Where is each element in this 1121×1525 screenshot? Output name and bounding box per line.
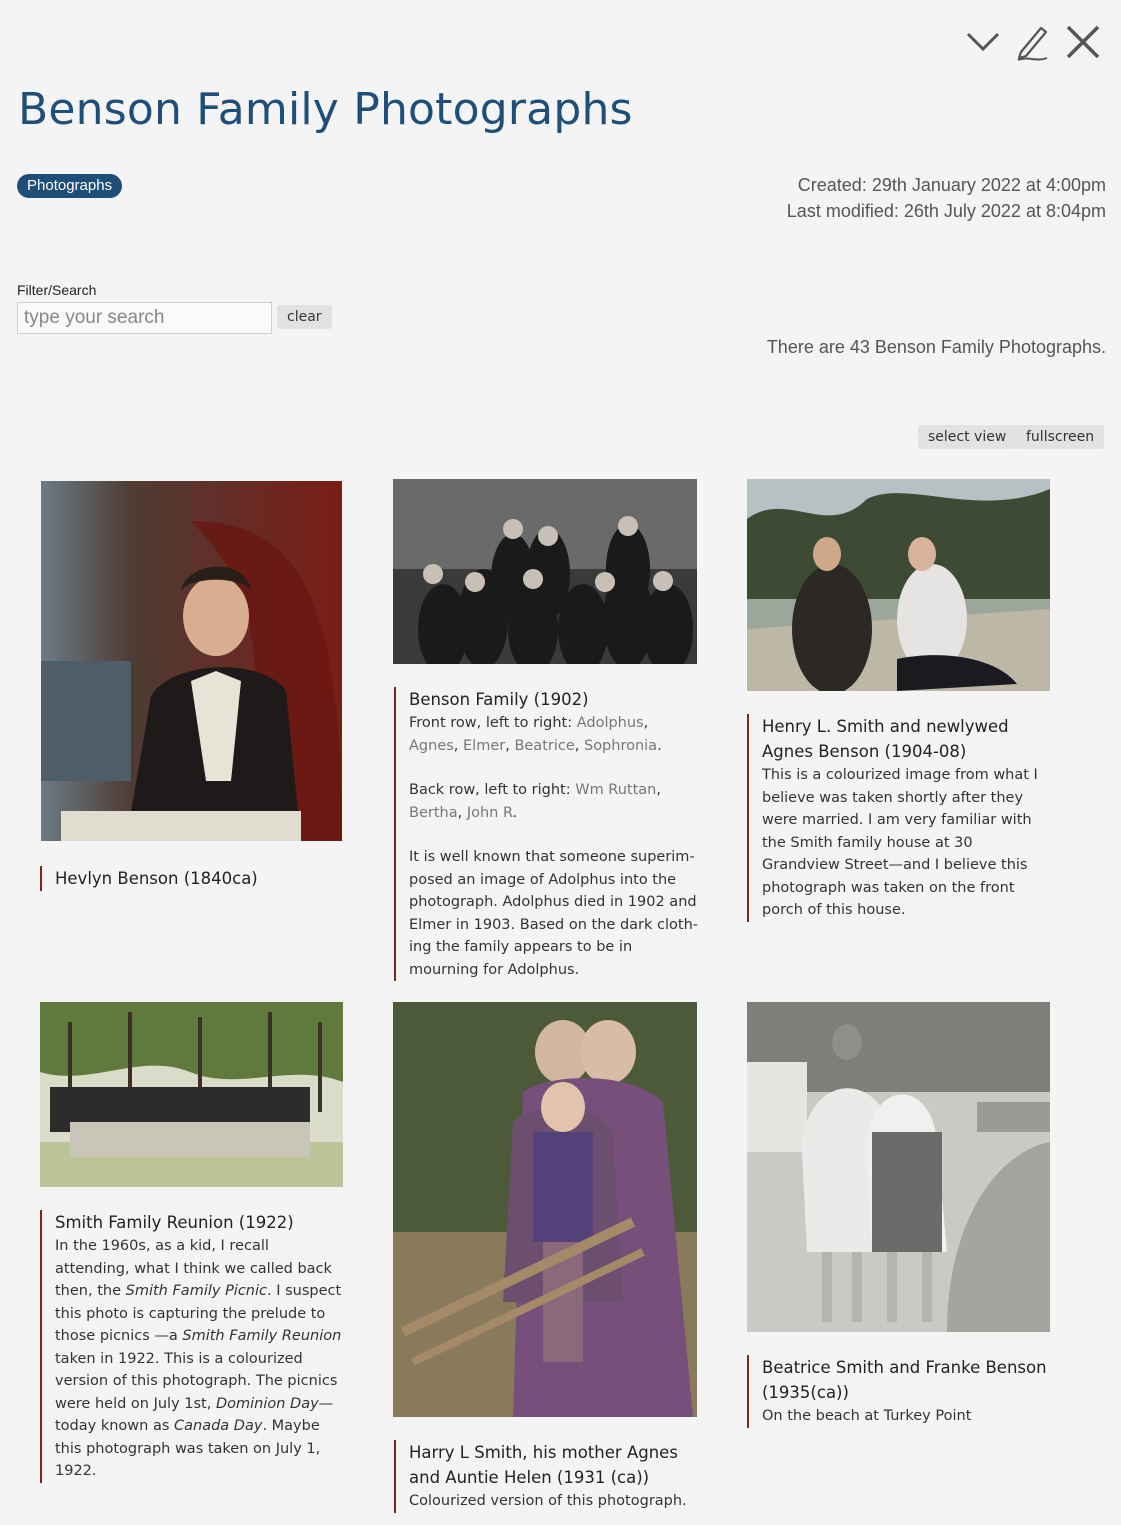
- person-link[interactable]: John R: [467, 805, 513, 821]
- page-toolbar: [965, 22, 1101, 62]
- chevron-down-icon[interactable]: [965, 22, 1001, 62]
- beach-photo[interactable]: [747, 1002, 1050, 1332]
- person-link[interactable]: Sophronia: [584, 738, 657, 754]
- select-view-button[interactable]: select view: [918, 425, 1017, 449]
- pencil-icon[interactable]: [1015, 22, 1051, 62]
- couple-photo[interactable]: [747, 479, 1050, 691]
- front-row-text: Front row, left to right: Adolphus, Agne…: [409, 715, 662, 754]
- harry-smith-photo[interactable]: [393, 1002, 697, 1417]
- photo-count: There are 43 Benson Family Photographs.: [766, 337, 1106, 357]
- description-emphasis: Dominion Day: [215, 1395, 319, 1412]
- photo-caption: Henry L. Smith and newlywed Agnes Benson…: [747, 714, 1052, 922]
- back-row-text: Back row, left to right: Wm Ruttan, Bert…: [409, 782, 661, 821]
- photo-description: On the beach at Turkey Point: [762, 1408, 972, 1424]
- photo-note: It is well known that someone superim­po…: [409, 849, 698, 978]
- filter-label: Filter/Search: [17, 282, 97, 298]
- person-link[interactable]: Elmer: [463, 738, 505, 754]
- created-date: Created: 29th January 2022 at 4:00pm: [797, 175, 1106, 195]
- front-row-prefix: Front row, left to right:: [409, 715, 577, 731]
- person-link[interactable]: Agnes: [409, 738, 454, 754]
- close-icon[interactable]: [1065, 22, 1101, 62]
- description-emphasis: Smith Family Reunion: [182, 1328, 342, 1344]
- photo-title[interactable]: Hevlyn Benson (1840ca): [55, 866, 340, 891]
- description-emphasis: Canada Day: [174, 1418, 263, 1434]
- photo-title[interactable]: Smith Family Reunion (1922): [55, 1210, 345, 1235]
- person-link[interactable]: Bertha: [409, 805, 458, 821]
- description-emphasis: Smith Family Picnic: [125, 1283, 267, 1299]
- photo-caption: Harry L Smith, his mother Agnes and Aunt…: [394, 1440, 699, 1513]
- fullscreen-button[interactable]: fullscreen: [1016, 425, 1105, 449]
- clear-button[interactable]: clear: [277, 305, 332, 329]
- photo-description: This is a colourized image from what I b…: [762, 767, 1038, 918]
- photo-caption: Hevlyn Benson (1840ca): [40, 866, 340, 891]
- back-row-prefix: Back row, left to right:: [409, 782, 576, 798]
- modified-date: Last modified: 26th July 2022 at 8:04pm: [786, 201, 1106, 221]
- search-input[interactable]: [17, 302, 272, 334]
- photo-description: In the 1960s, as a kid, I recall attendi…: [55, 1235, 345, 1483]
- photo-title[interactable]: Beatrice Smith and Franke Benson (1935(c…: [762, 1355, 1052, 1405]
- reunion-photo[interactable]: [40, 1002, 343, 1187]
- tag-badge[interactable]: Photographs: [17, 174, 123, 198]
- person-link[interactable]: Adolphus: [577, 715, 644, 731]
- page-title: Benson Family Photographs: [18, 84, 633, 135]
- photo-caption: Smith Family Reunion (1922) In the 1960s…: [40, 1210, 345, 1483]
- photo-title[interactable]: Harry L Smith, his mother Agnes and Aunt…: [409, 1440, 699, 1490]
- page-metadata: Created: 29th January 2022 at 4:00pm Las…: [787, 172, 1106, 224]
- person-link[interactable]: Wm Ruttan: [575, 782, 656, 798]
- photo-description: Colourized version of this photograph.: [409, 1493, 687, 1509]
- photo-description: Front row, left to right: Adolphus, Agne…: [409, 712, 699, 981]
- family-group-photo[interactable]: [393, 479, 697, 664]
- person-link[interactable]: Beatrice: [514, 738, 574, 754]
- photo-caption: Benson Family (1902) Front row, left to …: [394, 687, 699, 981]
- portrait-photo[interactable]: [41, 481, 342, 841]
- photo-title[interactable]: Henry L. Smith and newlywed Agnes Benson…: [762, 714, 1052, 764]
- photo-caption: Beatrice Smith and Franke Benson (1935(c…: [747, 1355, 1052, 1428]
- photo-title[interactable]: Benson Family (1902): [409, 687, 699, 712]
